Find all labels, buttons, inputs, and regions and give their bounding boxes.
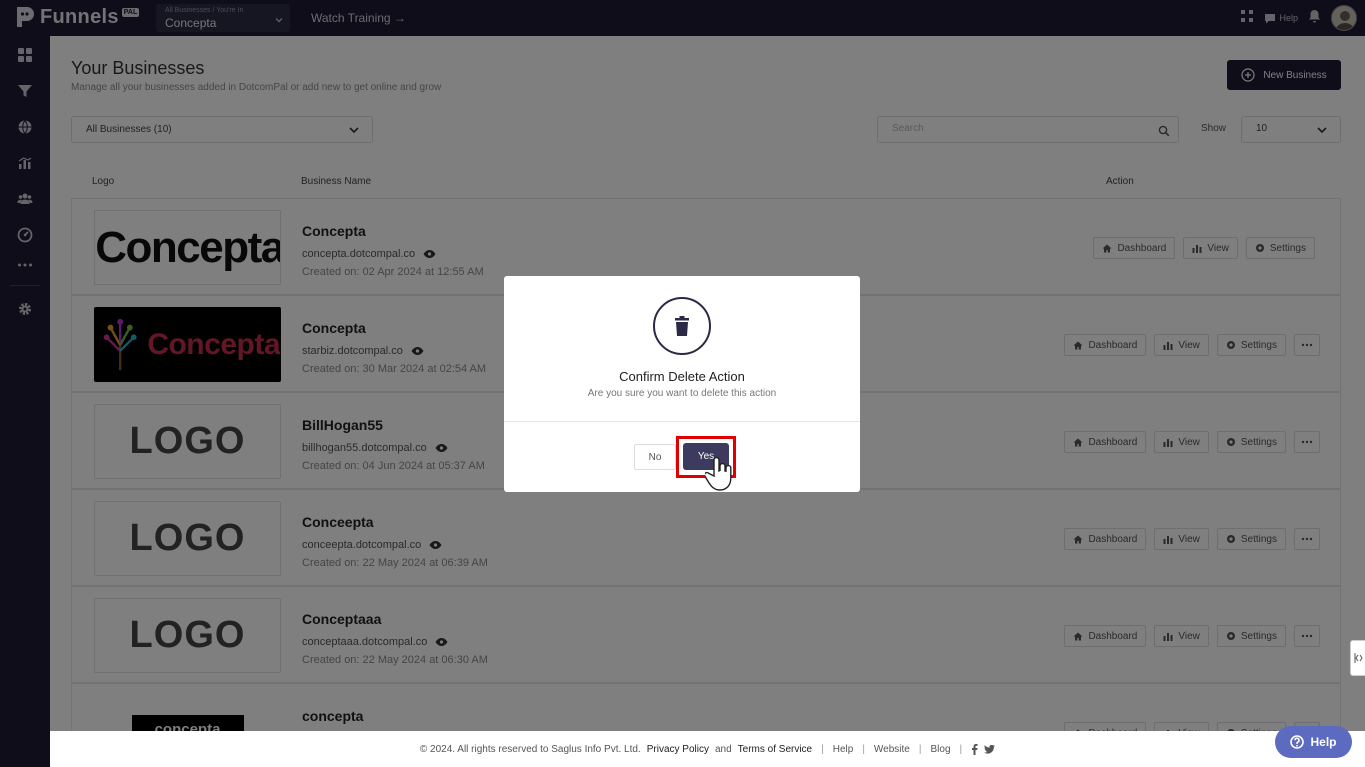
privacy-policy-link[interactable]: Privacy Policy xyxy=(647,744,709,755)
modal-title: Confirm Delete Action xyxy=(619,369,745,384)
terms-of-service-link[interactable]: Terms of Service xyxy=(738,744,812,755)
question-circle-icon xyxy=(1290,735,1305,749)
footer-separator: | xyxy=(918,743,922,755)
footer-copyright: © 2024. All rights reserved to Saglus In… xyxy=(419,743,641,755)
twitter-icon[interactable] xyxy=(984,744,996,754)
footer-and: and xyxy=(714,743,732,755)
footer: © 2024. All rights reserved to Saglus In… xyxy=(50,731,1365,767)
footer-help-link[interactable]: Help xyxy=(833,744,854,755)
footer-separator: | xyxy=(959,743,963,755)
modal-divider xyxy=(504,421,860,422)
facebook-icon[interactable] xyxy=(971,743,978,755)
modal-message: Are you sure you want to delete this act… xyxy=(587,388,777,399)
no-button[interactable]: No xyxy=(634,444,676,470)
trash-icon xyxy=(675,316,689,336)
delete-icon-circle xyxy=(653,297,711,355)
confirm-delete-modal: Confirm Delete Action Are you sure you w… xyxy=(504,276,860,492)
footer-separator: | xyxy=(821,743,824,755)
footer-separator: | xyxy=(862,743,865,755)
help-floating-button[interactable]: Help xyxy=(1275,726,1352,758)
footer-blog-link[interactable]: Blog xyxy=(930,744,950,755)
collapse-side-tab[interactable] xyxy=(1350,640,1365,676)
collapse-arrows-icon xyxy=(1354,653,1363,663)
hand-pointer-cursor-icon xyxy=(705,456,732,491)
footer-website-link[interactable]: Website xyxy=(874,744,910,755)
help-floating-label: Help xyxy=(1310,735,1337,749)
